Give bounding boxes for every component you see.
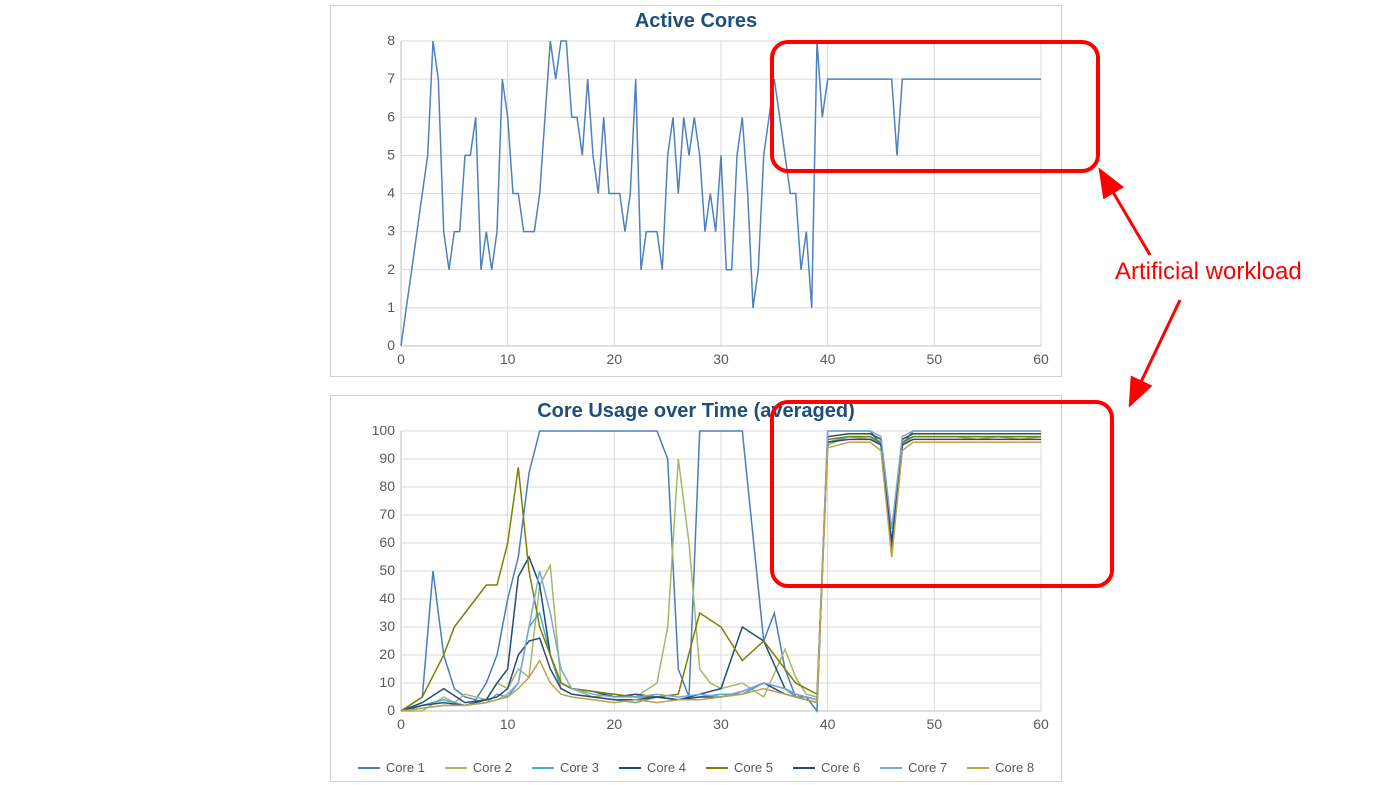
- legend-item: Core 4: [619, 760, 686, 775]
- legend-item: Core 1: [358, 760, 425, 775]
- svg-text:0: 0: [397, 716, 405, 732]
- svg-text:10: 10: [500, 351, 516, 367]
- chart-active-cores: Active Cores 0 1 2 3 4 5 6 7 8 0 10 20 30 40 50 60: [330, 5, 1062, 377]
- legend-item: Core 5: [706, 760, 773, 775]
- annotation-artificial-workload: Artificial workload: [1115, 258, 1302, 286]
- svg-text:50: 50: [379, 562, 395, 578]
- svg-text:3: 3: [387, 223, 395, 239]
- legend-label: Core 3: [560, 760, 599, 775]
- svg-text:20: 20: [607, 716, 623, 732]
- legend-item: Core 6: [793, 760, 860, 775]
- legend-item: Core 3: [532, 760, 599, 775]
- chart-title-1: Active Cores: [331, 6, 1061, 33]
- legend-swatch: [793, 767, 815, 769]
- legend-item: Core 8: [967, 760, 1034, 775]
- svg-text:8: 8: [387, 36, 395, 48]
- svg-text:50: 50: [927, 351, 943, 367]
- svg-text:5: 5: [387, 146, 395, 162]
- legend-label: Core 8: [995, 760, 1034, 775]
- legend-label: Core 6: [821, 760, 860, 775]
- legend-label: Core 4: [647, 760, 686, 775]
- svg-text:30: 30: [379, 618, 395, 634]
- svg-text:70: 70: [379, 506, 395, 522]
- svg-text:0: 0: [397, 351, 405, 367]
- chart-core-usage: Core Usage over Time (averaged) 0 10 20 30 4…: [330, 395, 1062, 782]
- svg-text:40: 40: [820, 716, 836, 732]
- svg-text:10: 10: [379, 674, 395, 690]
- legend-label: Core 5: [734, 760, 773, 775]
- legend: Core 1 Core 2 Core 3 Core 4 Core 5 Core 6 Core…: [331, 752, 1061, 775]
- legend-swatch: [532, 767, 554, 769]
- svg-text:40: 40: [820, 351, 836, 367]
- svg-text:2: 2: [387, 261, 395, 277]
- svg-text:30: 30: [713, 351, 729, 367]
- legend-label: Core 1: [386, 760, 425, 775]
- plot-core-usage: 0 10 20 30 40 50 60 70 80 90 100 0 10 20 30 40 50 60: [371, 426, 1051, 736]
- svg-text:20: 20: [379, 646, 395, 662]
- legend-item: Core 2: [445, 760, 512, 775]
- svg-text:60: 60: [1033, 351, 1049, 367]
- svg-text:0: 0: [387, 337, 395, 353]
- svg-text:40: 40: [379, 590, 395, 606]
- svg-text:50: 50: [927, 716, 943, 732]
- legend-swatch: [445, 767, 467, 769]
- legend-swatch: [967, 767, 989, 769]
- plot-active-cores: 0 1 2 3 4 5 6 7 8 0 10 20 30 40 50 60: [371, 36, 1051, 371]
- svg-text:60: 60: [379, 534, 395, 550]
- svg-text:1: 1: [387, 299, 395, 315]
- svg-text:100: 100: [372, 426, 396, 438]
- svg-text:10: 10: [500, 716, 516, 732]
- svg-text:30: 30: [713, 716, 729, 732]
- legend-item: Core 7: [880, 760, 947, 775]
- chart-title-2: Core Usage over Time (averaged): [331, 396, 1061, 423]
- legend-swatch: [706, 767, 728, 769]
- svg-text:60: 60: [1033, 716, 1049, 732]
- svg-text:80: 80: [379, 478, 395, 494]
- legend-label: Core 2: [473, 760, 512, 775]
- legend-swatch: [619, 767, 641, 769]
- legend-swatch: [880, 767, 902, 769]
- svg-text:6: 6: [387, 108, 395, 124]
- svg-text:7: 7: [387, 70, 395, 86]
- svg-text:20: 20: [607, 351, 623, 367]
- svg-text:90: 90: [379, 450, 395, 466]
- legend-swatch: [358, 767, 380, 769]
- svg-text:0: 0: [387, 702, 395, 718]
- legend-label: Core 7: [908, 760, 947, 775]
- svg-text:4: 4: [387, 185, 395, 201]
